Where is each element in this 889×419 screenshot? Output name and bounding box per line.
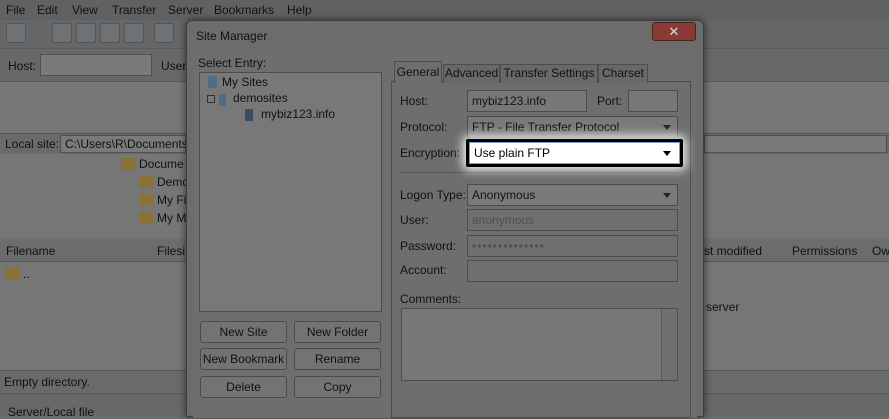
computer-icon: [208, 76, 217, 88]
tree-item[interactable]: My Fi: [157, 193, 186, 207]
menu-edit[interactable]: Edit: [37, 3, 58, 17]
protocol-select[interactable]: FTP - File Transfer Protocol: [467, 116, 678, 138]
host-label: Host:: [8, 59, 37, 73]
tab-transfer-settings[interactable]: Transfer Settings: [500, 64, 598, 83]
column-permissions[interactable]: Permissions: [792, 244, 857, 258]
logon-type-select[interactable]: Anonymous: [467, 184, 678, 206]
comments-label: Comments:: [400, 292, 462, 306]
select-entry-label: Select Entry:: [198, 56, 267, 70]
column-filename[interactable]: Filename: [6, 244, 55, 258]
menu-view[interactable]: View: [72, 3, 98, 17]
remote-note: server: [706, 300, 740, 314]
status-text: Empty directory.: [4, 375, 90, 389]
column-owner[interactable]: Ow: [872, 244, 889, 258]
site-manager-icon[interactable]: [6, 23, 26, 43]
dialog-title: Site Manager: [196, 29, 268, 43]
rename-button[interactable]: Rename: [294, 348, 381, 370]
close-icon: ✕: [668, 24, 680, 39]
new-folder-button[interactable]: New Folder: [294, 321, 381, 343]
account-label: Account:: [400, 263, 447, 277]
column-last-modified[interactable]: st modified: [704, 244, 762, 258]
queue-icon[interactable]: [124, 23, 144, 43]
tree-item[interactable]: Demo: [157, 175, 189, 189]
tree-item[interactable]: My M: [157, 211, 186, 225]
parent-dir-entry[interactable]: ..: [23, 267, 30, 281]
menu-transfer[interactable]: Transfer: [112, 3, 156, 17]
password-input[interactable]: ••••••••••••••: [467, 235, 678, 257]
local-tree-icon[interactable]: [76, 23, 96, 43]
quick-host-input[interactable]: [40, 54, 152, 76]
close-button[interactable]: ✕: [652, 22, 696, 41]
encryption-value-box[interactable]: Use plain FTP: [469, 142, 680, 164]
message-log-icon[interactable]: [52, 23, 72, 43]
comments-textarea[interactable]: [401, 308, 678, 381]
collapse-icon[interactable]: [207, 95, 215, 103]
tab-general[interactable]: General: [394, 61, 442, 83]
comments-scrollbar[interactable]: [661, 309, 677, 380]
protocol-value: FTP - File Transfer Protocol: [472, 120, 620, 134]
new-bookmark-button[interactable]: New Bookmark: [200, 348, 287, 370]
new-site-button[interactable]: New Site: [200, 321, 287, 343]
user-input[interactable]: anonymous: [467, 209, 678, 231]
user-label: User:: [400, 213, 429, 227]
folder-icon: [5, 268, 19, 280]
host-input[interactable]: mybiz123.info: [467, 90, 587, 112]
menu-server[interactable]: Server: [168, 3, 203, 17]
port-input[interactable]: [628, 90, 678, 112]
tab-charset[interactable]: Charset: [598, 64, 648, 83]
folder-icon: [139, 194, 153, 206]
folder-icon: [139, 212, 153, 224]
divider: [400, 172, 678, 173]
local-path-input[interactable]: C:\Users\R\Documents\W: [60, 135, 186, 153]
site-manager-dialog: Site Manager ✕ Select Entry: My Sites de…: [186, 20, 704, 418]
logon-type-label: Logon Type:: [400, 188, 466, 202]
logon-type-value: Anonymous: [472, 188, 536, 202]
remote-path-input[interactable]: [704, 135, 887, 153]
encryption-select[interactable]: Use plain FTP: [466, 139, 683, 167]
tab-advanced[interactable]: Advanced: [443, 64, 500, 83]
settings-tabs: General Advanced Transfer Settings Chars…: [391, 61, 691, 418]
folder-icon: [139, 176, 153, 188]
encryption-label: Encryption:: [400, 146, 461, 160]
tree-root-my-sites[interactable]: My Sites: [222, 75, 268, 89]
user-label: User: [161, 59, 187, 73]
site-tree: My Sites demosites mybiz123.info: [199, 72, 382, 312]
protocol-label: Protocol:: [400, 120, 448, 134]
folder-icon: [121, 158, 135, 170]
port-label: Port:: [597, 94, 623, 108]
remote-tree-icon[interactable]: [100, 23, 120, 43]
chevron-down-icon: [663, 151, 671, 156]
tree-site-mybiz[interactable]: mybiz123.info: [261, 107, 335, 121]
menu-help[interactable]: Help: [287, 3, 312, 17]
password-label: Password:: [400, 239, 457, 253]
delete-button[interactable]: Delete: [200, 376, 287, 398]
dialog-body: Select Entry: My Sites demosites mybiz12…: [193, 53, 697, 418]
account-input[interactable]: [467, 260, 678, 282]
menu-bookmarks[interactable]: Bookmarks: [214, 3, 274, 17]
column-filesize[interactable]: Filesi: [157, 244, 185, 258]
tree-item[interactable]: Docume: [139, 157, 184, 171]
server-icon: [245, 109, 253, 121]
chevron-down-icon: [663, 193, 671, 198]
menu-file[interactable]: File: [6, 3, 25, 17]
folder-icon: [219, 94, 226, 106]
refresh-icon[interactable]: [154, 23, 174, 43]
tree-folder-demosites[interactable]: demosites: [233, 91, 288, 105]
copy-button[interactable]: Copy: [294, 376, 381, 398]
host-label: Host:: [400, 94, 429, 108]
local-site-label: Local site:: [5, 137, 60, 151]
menu-bar: File Edit View Transfer Server Bookmarks…: [0, 0, 889, 20]
encryption-value: Use plain FTP: [474, 146, 551, 160]
chevron-down-icon: [663, 125, 671, 130]
